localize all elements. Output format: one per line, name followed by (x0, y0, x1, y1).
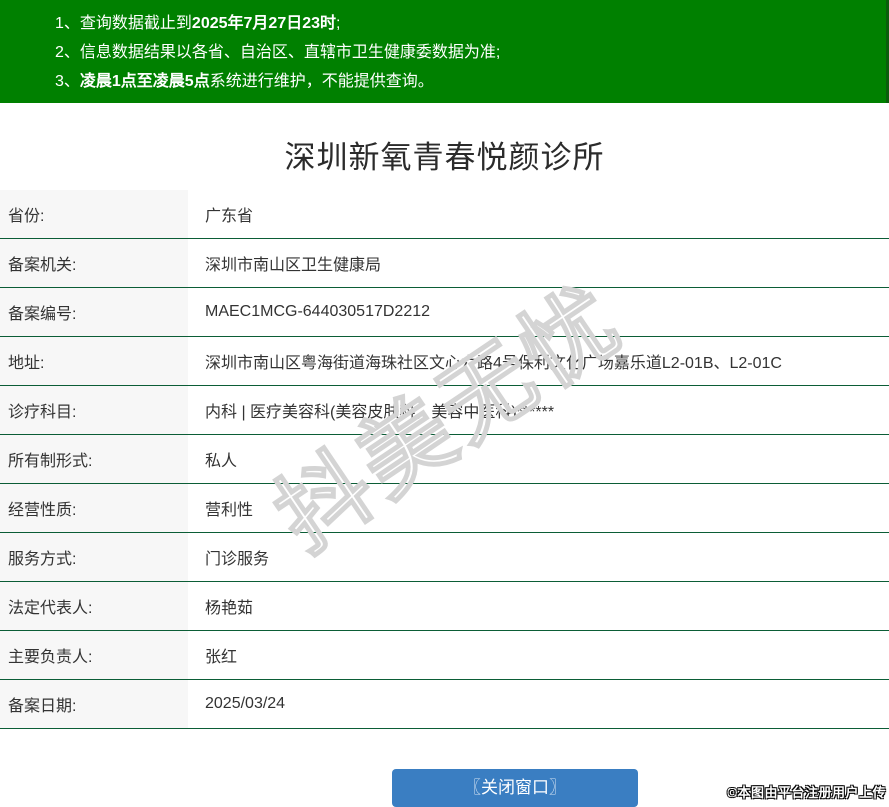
notice-1-num: 1、 (55, 15, 80, 32)
notice-line-1: 1、查询数据截止到2025年7月27日23时; (55, 9, 889, 38)
row-value: 杨艳茹 (205, 600, 254, 617)
row-label: 诊疗科目: (0, 386, 188, 434)
row-value: 门诊服务 (205, 551, 270, 568)
table-row-treatment-subjects: 诊疗科目: 内科 | 医疗美容科(美容皮肤科，美容中医科)****** (0, 386, 889, 435)
row-value: 内科 | 医疗美容科(美容皮肤科，美容中医科)****** (205, 404, 555, 421)
row-value: 深圳市南山区粤海街道海珠社区文心六路4号保利文化广场嘉乐道L2-01B、L2-0… (205, 355, 782, 372)
row-value: 2025/03/24 (205, 695, 286, 712)
notice-header: 1、查询数据截止到2025年7月27日23时; 2、信息数据结果以各省、自治区、… (0, 0, 889, 103)
notice-3-bold: 凌晨1点至凌晨5点 (79, 73, 210, 90)
table-row-filing-number: 备案编号: MAEC1MCG-644030517D2212 (0, 288, 889, 337)
table-row-service-mode: 服务方式: 门诊服务 (0, 533, 889, 582)
row-label: 备案机关: (0, 239, 188, 287)
table-row-filing-authority: 备案机关: 深圳市南山区卫生健康局 (0, 239, 889, 288)
notice-1-post: ; (336, 15, 341, 32)
record-table: 省份: 广东省 备案机关: 深圳市南山区卫生健康局 备案编号: MAEC1MCG… (0, 190, 889, 729)
notice-1-bold: 2025年7月27日23时 (191, 15, 337, 32)
close-window-button[interactable]: 〖关闭窗口〗 (392, 769, 638, 807)
notice-2-num: 2、 (55, 44, 80, 61)
notice-line-3: 3、凌晨1点至凌晨5点系统进行维护，不能提供查询。 (55, 67, 889, 96)
page-title: 深圳新氧青春悦颜诊所 (284, 140, 605, 175)
row-value: 私人 (205, 453, 238, 470)
notice-3-num: 3、 (55, 73, 80, 90)
row-value: 深圳市南山区卫生健康局 (205, 257, 382, 274)
row-value: 广东省 (205, 208, 254, 225)
row-label: 备案编号: (0, 288, 188, 336)
table-row-operating-nature: 经营性质: 营利性 (0, 484, 889, 533)
table-row-main-person-in-charge: 主要负责人: 张红 (0, 631, 889, 680)
row-label: 经营性质: (0, 484, 188, 532)
row-label: 所有制形式: (0, 435, 188, 483)
row-label: 主要负责人: (0, 631, 188, 679)
notice-1-pre: 查询数据截止到 (79, 15, 192, 32)
table-row-legal-representative: 法定代表人: 杨艳茹 (0, 582, 889, 631)
row-label: 地址: (0, 337, 188, 385)
attribution-text: ©本图由平台注册用户上传 (727, 785, 886, 800)
notice-2-pre: 信息数据结果以各省、自治区、直辖市卫生健康委数据为准; (79, 44, 501, 61)
table-row-filing-date: 备案日期: 2025/03/24 (0, 680, 889, 729)
table-row-province: 省份: 广东省 (0, 190, 889, 239)
row-label: 服务方式: (0, 533, 188, 581)
row-value: 营利性 (205, 502, 254, 519)
table-row-ownership-form: 所有制形式: 私人 (0, 435, 889, 484)
row-label: 备案日期: (0, 680, 188, 728)
row-label: 省份: (0, 190, 188, 238)
row-label: 法定代表人: (0, 582, 188, 630)
row-value: 张红 (205, 649, 238, 666)
row-value: MAEC1MCG-644030517D2212 (205, 303, 431, 320)
table-row-address: 地址: 深圳市南山区粤海街道海珠社区文心六路4号保利文化广场嘉乐道L2-01B、… (0, 337, 889, 386)
notice-3-post: 系统进行维护，不能提供查询。 (209, 73, 434, 90)
notice-line-2: 2、信息数据结果以各省、自治区、直辖市卫生健康委数据为准; (55, 38, 889, 67)
